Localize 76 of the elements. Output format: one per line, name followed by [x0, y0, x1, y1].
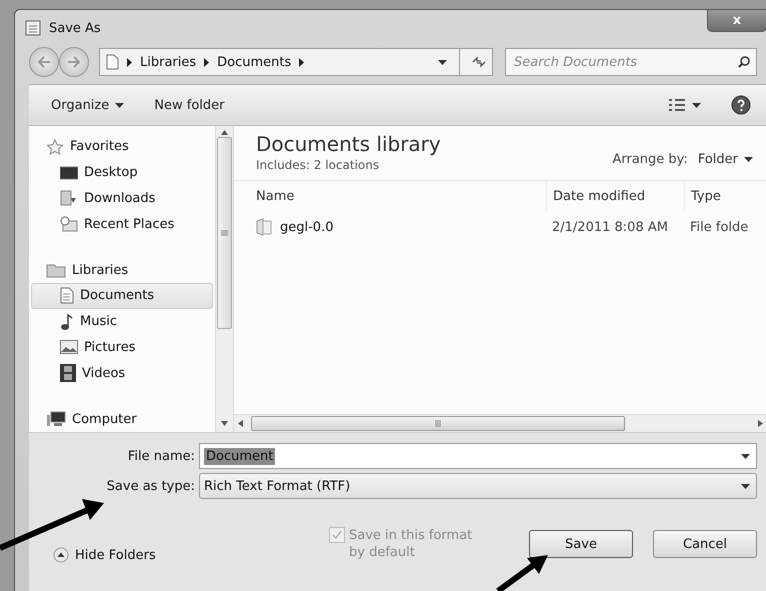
folder-icon: [256, 218, 272, 236]
sidebar-item[interactable]: Libraries: [31, 257, 213, 283]
music-note-icon: [60, 312, 74, 331]
sidebar-item[interactable]: Documents: [31, 282, 213, 309]
star-icon: [46, 138, 64, 155]
save-button[interactable]: Save: [529, 530, 633, 558]
file-row-name[interactable]: gegl-0.0: [256, 211, 546, 243]
column-header[interactable]: Date modified: [546, 181, 684, 211]
search-icon: [738, 56, 750, 68]
search-box[interactable]: Search Documents: [505, 48, 757, 76]
library-title: Documents library: [256, 132, 441, 156]
dialog-icon: [25, 20, 41, 36]
sidebar-item[interactable]: Recent Places: [31, 211, 213, 238]
dropdown-caret-icon: [741, 484, 750, 488]
column-header[interactable]: Name: [256, 181, 546, 211]
save-type-label: Save as type:: [106, 478, 196, 494]
dropdown-caret-icon: [741, 454, 750, 458]
new-folder-button[interactable]: New folder: [154, 98, 224, 112]
file-name-label: File name:: [126, 448, 196, 464]
search-field[interactable]: Search Documents: [512, 54, 738, 70]
forward-arrow-icon: [67, 56, 80, 68]
collapse-icon: [53, 547, 69, 563]
monitor-icon: [60, 166, 78, 180]
scroll-right-icon[interactable]: [758, 420, 763, 427]
organize-menu[interactable]: Organize: [51, 98, 124, 112]
help-icon[interactable]: [731, 95, 751, 115]
film-icon: [60, 364, 76, 382]
picture-icon: [60, 340, 78, 354]
sidebar-item[interactable]: Desktop: [31, 160, 213, 186]
document-icon: [106, 54, 119, 70]
list-view-icon: [668, 98, 686, 112]
library-folder-icon: [46, 262, 66, 278]
sidebar-item[interactable]: Videos: [31, 360, 213, 386]
close-button[interactable]: x: [707, 10, 766, 32]
document-icon: [60, 287, 74, 304]
folder-icon: [60, 190, 78, 206]
back-arrow-icon: [38, 56, 51, 68]
caret-icon: [692, 102, 701, 108]
grip-icon: [435, 420, 441, 427]
caret-icon: [438, 60, 447, 64]
view-menu[interactable]: [668, 98, 701, 112]
chevron-icon: [127, 58, 132, 66]
chevron-icon: [299, 58, 304, 66]
address-bar[interactable]: Libraries Documents: [99, 48, 493, 76]
sidebar-item[interactable]: Computer: [31, 406, 213, 432]
table-cell-text: File folde: [689, 218, 750, 236]
grip-icon: [221, 230, 228, 236]
computer-icon: [46, 411, 66, 428]
sidebar-item[interactable]: Downloads: [31, 186, 213, 212]
column-header[interactable]: Type: [684, 181, 766, 211]
window-title: Save As: [49, 20, 101, 36]
save-type-dropdown[interactable]: Rich Text Format (RTF): [199, 473, 757, 499]
hide-folders-button[interactable]: Hide Folders: [53, 547, 156, 563]
sidebar-item[interactable]: Music: [31, 308, 213, 335]
breadcrumb[interactable]: Libraries: [140, 54, 196, 70]
arrange-label: Arrange by:: [612, 152, 688, 166]
scroll-left-icon[interactable]: [238, 420, 243, 427]
breadcrumb[interactable]: Documents: [217, 54, 292, 70]
sidebar-item[interactable]: Pictures: [31, 334, 213, 360]
sidebar-item[interactable]: Favorites: [31, 134, 213, 160]
scroll-up-icon[interactable]: [221, 130, 228, 135]
caret-icon: [115, 102, 124, 108]
caret-icon: [744, 156, 753, 162]
pointer-arrow: [496, 555, 548, 591]
scroll-down-icon[interactable]: [221, 421, 228, 426]
arrange-dropdown[interactable]: Folder: [698, 152, 753, 166]
chevron-icon: [204, 58, 210, 66]
table-cell-text: 2/1/2011 8:08 AM: [551, 218, 669, 236]
checkmark-icon: [332, 530, 342, 540]
checkbox-label: Save in this format by default: [349, 527, 474, 561]
library-subtitle: Includes: 2 locations: [256, 158, 380, 172]
file-name-field[interactable]: Document: [199, 443, 757, 469]
scrollbar[interactable]: [215, 126, 233, 432]
horizontal-scrollbar[interactable]: [234, 414, 766, 432]
clock-folder-icon: [60, 216, 78, 232]
cancel-button[interactable]: Cancel: [653, 530, 757, 558]
